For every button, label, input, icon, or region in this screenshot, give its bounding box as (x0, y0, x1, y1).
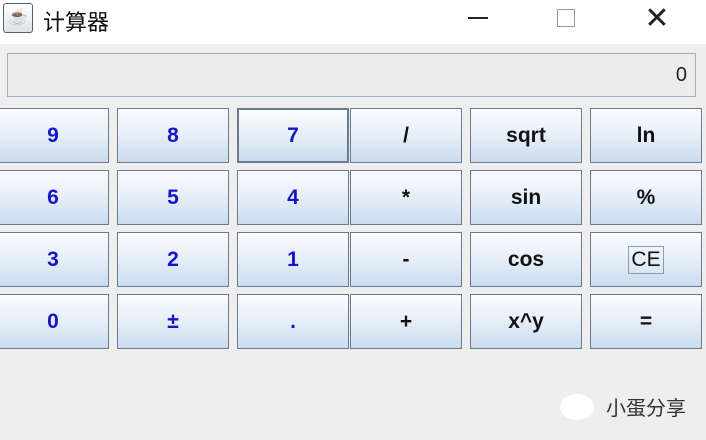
key-label: cos (507, 247, 545, 271)
watermark: 小蛋分享 (560, 392, 686, 421)
key-label: CE (628, 245, 664, 274)
key-label: x^y (508, 309, 544, 333)
title-bar: ☕ 计算器 ✕ (0, 0, 706, 44)
key-label: 1 (287, 247, 299, 271)
key-button[interactable]: sqrt (470, 108, 582, 163)
key-label: 9 (47, 123, 59, 147)
key-button[interactable]: 6 (0, 170, 109, 225)
key-button[interactable]: ln (590, 108, 702, 163)
key-button[interactable]: x^y (470, 294, 582, 349)
key-label: sin (510, 185, 542, 209)
window-title: 计算器 (43, 10, 110, 35)
maximize-icon (557, 9, 575, 27)
maximize-button[interactable] (543, 0, 589, 36)
key-label: sqrt (506, 123, 546, 147)
key-button[interactable]: - (350, 232, 462, 287)
key-label: - (402, 247, 410, 271)
key-button[interactable]: 2 (117, 232, 229, 287)
key-label: . (290, 309, 296, 333)
key-label: ± (167, 309, 179, 333)
close-button[interactable]: ✕ (634, 0, 680, 36)
key-label: = (639, 309, 653, 333)
key-button[interactable]: ± (117, 294, 229, 349)
key-button[interactable]: 4 (237, 170, 349, 225)
key-button[interactable]: % (590, 170, 702, 225)
key-button[interactable]: 5 (117, 170, 229, 225)
key-label: / (403, 123, 409, 147)
key-label: + (399, 309, 413, 333)
key-button[interactable]: 7 (237, 108, 349, 163)
key-label: 2 (167, 247, 179, 271)
result-display[interactable]: 0 (7, 53, 696, 97)
minimize-button[interactable] (455, 0, 501, 36)
key-button[interactable]: 3 (0, 232, 109, 287)
key-button[interactable]: 8 (117, 108, 229, 163)
key-label: 7 (287, 123, 299, 147)
key-label: 6 (47, 185, 59, 209)
java-cup-icon: ☕ (3, 3, 33, 33)
key-button[interactable]: sin (470, 170, 582, 225)
key-button[interactable]: 1 (237, 232, 349, 287)
key-button[interactable]: . (237, 294, 349, 349)
watermark-text: 小蛋分享 (606, 398, 686, 420)
minimize-icon (468, 17, 488, 19)
wechat-icon (560, 393, 594, 420)
key-button[interactable]: * (350, 170, 462, 225)
key-label: * (401, 185, 411, 209)
key-button[interactable]: cos (470, 232, 582, 287)
key-label: 4 (287, 185, 299, 209)
key-label: ln (636, 123, 656, 147)
key-label: 3 (47, 247, 59, 271)
key-label: % (636, 185, 656, 209)
key-button[interactable]: = (590, 294, 702, 349)
close-icon: ✕ (644, 1, 670, 35)
key-button[interactable]: 0 (0, 294, 109, 349)
key-label: 0 (47, 309, 59, 333)
key-button[interactable]: 9 (0, 108, 109, 163)
key-button[interactable]: CE (590, 232, 702, 287)
key-button[interactable]: + (350, 294, 462, 349)
key-label: 5 (167, 185, 179, 209)
key-button[interactable]: / (350, 108, 462, 163)
key-label: 8 (167, 123, 179, 147)
